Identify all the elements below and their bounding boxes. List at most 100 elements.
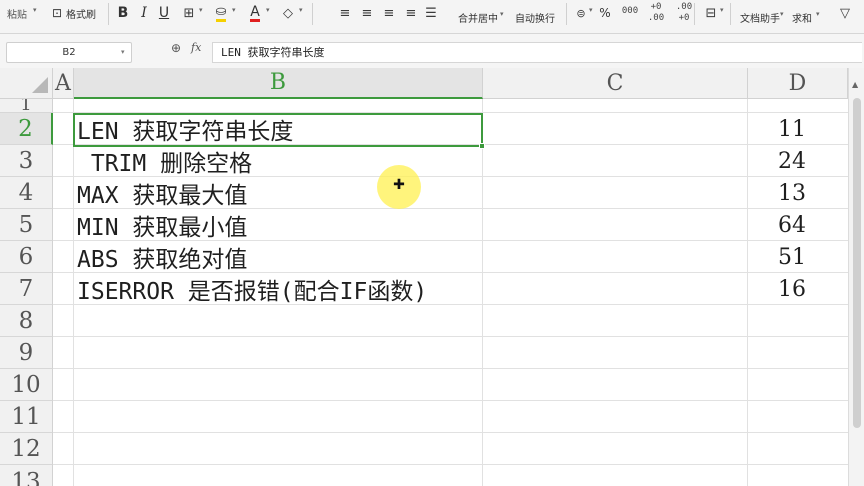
- cell-b5[interactable]: MIN 获取最小值: [77, 209, 247, 241]
- gridline: [73, 99, 74, 486]
- thousands-separator-button[interactable]: 000: [620, 6, 640, 17]
- active-cell-border: [73, 113, 483, 147]
- ribbon-separator: [730, 3, 731, 25]
- row-header[interactable]: 12: [0, 433, 53, 465]
- column-header-b[interactable]: B: [74, 68, 483, 99]
- italic-button[interactable]: I: [136, 0, 152, 26]
- font-color-button[interactable]: A: [244, 0, 266, 26]
- sum-dropdown-caret[interactable]: ▾: [816, 10, 820, 18]
- name-box-dropdown-icon[interactable]: ▾: [121, 48, 125, 56]
- justify-button[interactable]: ≡: [402, 0, 420, 26]
- percent-label: %: [599, 6, 611, 20]
- row-header[interactable]: 3: [0, 145, 53, 177]
- underline-button[interactable]: U: [155, 0, 173, 26]
- row-header[interactable]: 5: [0, 209, 53, 241]
- merge-center-label: 合并居中: [458, 13, 498, 25]
- border-button[interactable]: ⊞: [178, 0, 200, 26]
- name-box[interactable]: B2: [6, 42, 132, 63]
- cell-d6[interactable]: 51: [752, 241, 806, 273]
- format-painter-button[interactable]: ⊡ 格式刷: [44, 0, 104, 26]
- row-header[interactable]: 2: [0, 113, 53, 145]
- bold-button[interactable]: B: [114, 0, 132, 26]
- column-header-a[interactable]: A: [53, 68, 74, 99]
- row-header[interactable]: 9: [0, 337, 53, 369]
- wrap-text-button[interactable]: 自动换行: [510, 4, 560, 30]
- font-color-dropdown-caret[interactable]: ▾: [266, 6, 270, 14]
- cell-d2[interactable]: 11: [752, 113, 806, 145]
- row-header[interactable]: 8: [0, 305, 53, 337]
- row-header[interactable]: 11: [0, 401, 53, 433]
- fill-color-dropdown-caret[interactable]: ▾: [232, 6, 236, 14]
- row-header[interactable]: 1: [0, 99, 53, 113]
- gridline: [747, 99, 748, 486]
- filter-icon: ▽: [840, 5, 850, 21]
- fill-handle[interactable]: [479, 143, 485, 149]
- ribbon-separator: [108, 3, 109, 25]
- border-dropdown-caret[interactable]: ▾: [199, 6, 203, 14]
- row-header[interactable]: 7: [0, 273, 53, 305]
- format-painter-icon: ⊡: [51, 6, 63, 20]
- row-header[interactable]: 10: [0, 369, 53, 401]
- cell-d7[interactable]: 16: [752, 273, 806, 305]
- paste-button[interactable]: 粘贴: [0, 0, 34, 26]
- align-left-button[interactable]: ≡: [336, 0, 354, 26]
- ribbon-separator: [312, 3, 313, 25]
- cell-b6[interactable]: ABS 获取绝对值: [77, 241, 247, 273]
- ribbon-separator: [566, 3, 567, 25]
- merge-center-button[interactable]: 合并居中: [452, 4, 504, 30]
- column-header-c[interactable]: C: [483, 68, 748, 99]
- paste-label: 粘贴: [7, 9, 27, 21]
- cell-d5[interactable]: 64: [752, 209, 806, 241]
- row-header[interactable]: 6: [0, 241, 53, 273]
- cell-d4[interactable]: 13: [752, 177, 806, 209]
- cell-format-button[interactable]: ⊟: [700, 0, 722, 26]
- gridline: [53, 400, 848, 401]
- doc-assistant-caret[interactable]: ▾: [780, 10, 784, 18]
- increase-decimal-button[interactable]: +0 .00: [644, 2, 668, 24]
- distributed-align-button[interactable]: ☰: [422, 0, 440, 26]
- cell-b7[interactable]: ISERROR 是否报错(配合IF函数): [77, 273, 427, 305]
- cell-format-icon: ⊟: [705, 5, 717, 21]
- align-right-icon: ≡: [383, 5, 395, 21]
- gridline: [482, 99, 483, 486]
- currency-dropdown-caret[interactable]: ▾: [589, 6, 593, 14]
- currency-button[interactable]: ⊜: [572, 0, 590, 26]
- percent-button[interactable]: %: [598, 0, 612, 26]
- scrollbar-thumb[interactable]: [853, 98, 861, 428]
- eraser-icon: ◇: [283, 5, 293, 21]
- select-all-corner[interactable]: [0, 68, 53, 99]
- spreadsheet-grid[interactable]: A B C D 1 2 3 4 5 6 7 8 9 10 11 12 13 LE…: [0, 68, 864, 486]
- row-header[interactable]: 13: [0, 465, 53, 486]
- font-color-label: A: [250, 3, 260, 22]
- align-center-button[interactable]: ≡: [358, 0, 376, 26]
- row-header[interactable]: 4: [0, 177, 53, 209]
- doc-assistant-button[interactable]: 文档助手: [734, 4, 786, 30]
- sum-button[interactable]: 求和: [788, 4, 816, 30]
- ribbon-separator: [694, 3, 695, 25]
- clear-format-button[interactable]: ◇: [277, 0, 299, 26]
- filter-button[interactable]: ▽: [834, 0, 856, 26]
- column-header-d[interactable]: D: [748, 68, 848, 99]
- cell-b3[interactable]: TRIM 删除空格: [77, 145, 252, 177]
- doc-assistant-label: 文档助手: [740, 13, 780, 25]
- justify-icon: ≡: [405, 5, 417, 21]
- cell-b4[interactable]: MAX 获取最大值: [77, 177, 247, 209]
- gridline: [53, 336, 848, 337]
- scroll-up-icon[interactable]: ▲: [852, 80, 858, 89]
- format-painter-label: 格式刷: [66, 9, 97, 21]
- fx-icon[interactable]: fx: [191, 41, 207, 57]
- decrease-decimal-button[interactable]: .00 +0: [672, 2, 696, 24]
- align-right-button[interactable]: ≡: [380, 0, 398, 26]
- formula-input[interactable]: LEN 获取字符串长度: [212, 42, 862, 63]
- vertical-scrollbar[interactable]: ▲: [848, 68, 864, 486]
- border-icon: ⊞: [183, 5, 195, 21]
- cell-d3[interactable]: 24: [752, 145, 806, 177]
- wrap-text-label: 自动换行: [515, 13, 555, 25]
- cell-format-dropdown-caret[interactable]: ▾: [720, 6, 724, 14]
- zoom-icon[interactable]: ⊕: [168, 41, 184, 57]
- merge-dropdown-caret[interactable]: ▾: [500, 10, 504, 18]
- clear-dropdown-caret[interactable]: ▾: [299, 6, 303, 14]
- paste-dropdown-caret[interactable]: ▾: [33, 6, 37, 14]
- fill-color-button[interactable]: ⛀: [210, 0, 232, 26]
- distributed-align-icon: ☰: [425, 5, 437, 21]
